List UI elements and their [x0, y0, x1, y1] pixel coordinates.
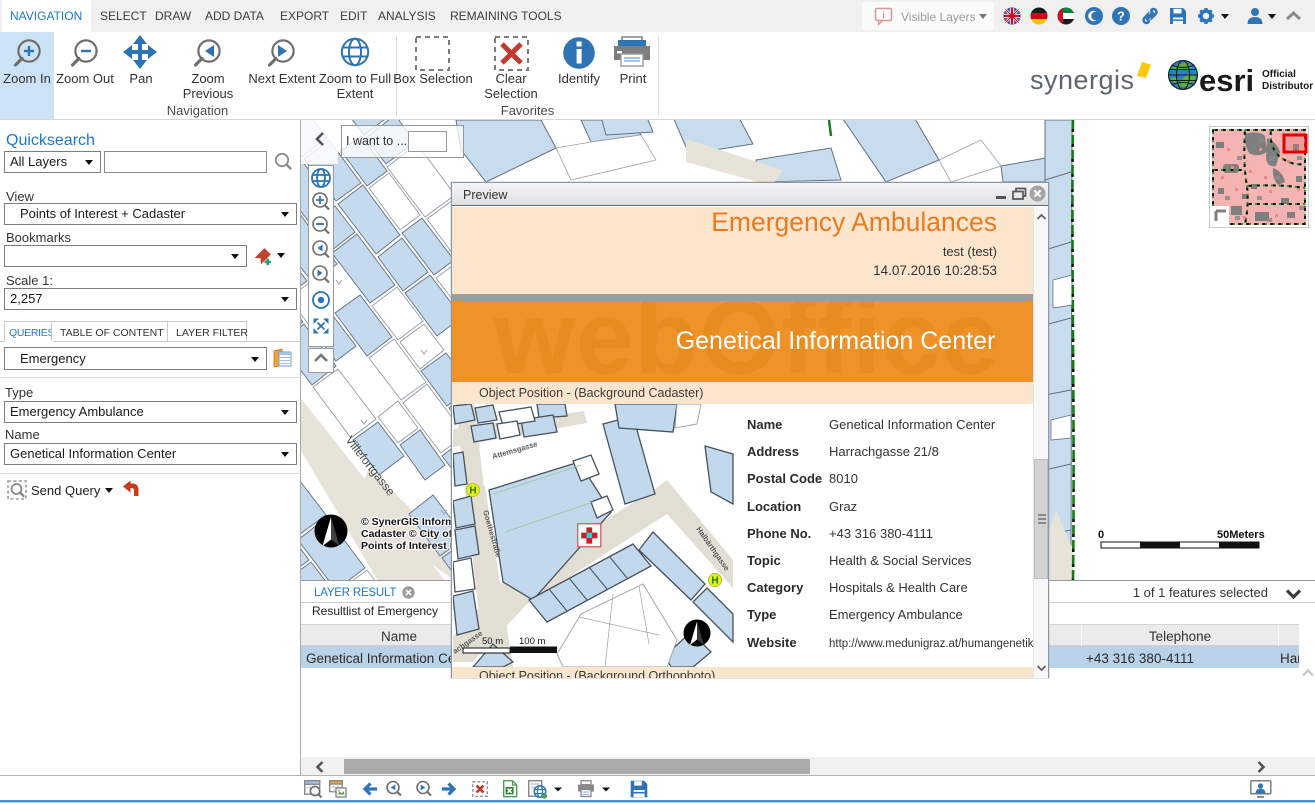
- svg-text:50 m: 50 m: [482, 636, 503, 647]
- svg-text:H: H: [711, 576, 718, 587]
- svg-text:50Meters: 50Meters: [1217, 529, 1265, 541]
- svg-text:0: 0: [1098, 529, 1104, 541]
- svg-text:100 m: 100 m: [519, 636, 545, 647]
- svg-text:H: H: [469, 486, 476, 497]
- svg-text:i: i: [882, 11, 884, 22]
- svg-text:?: ?: [1117, 10, 1125, 24]
